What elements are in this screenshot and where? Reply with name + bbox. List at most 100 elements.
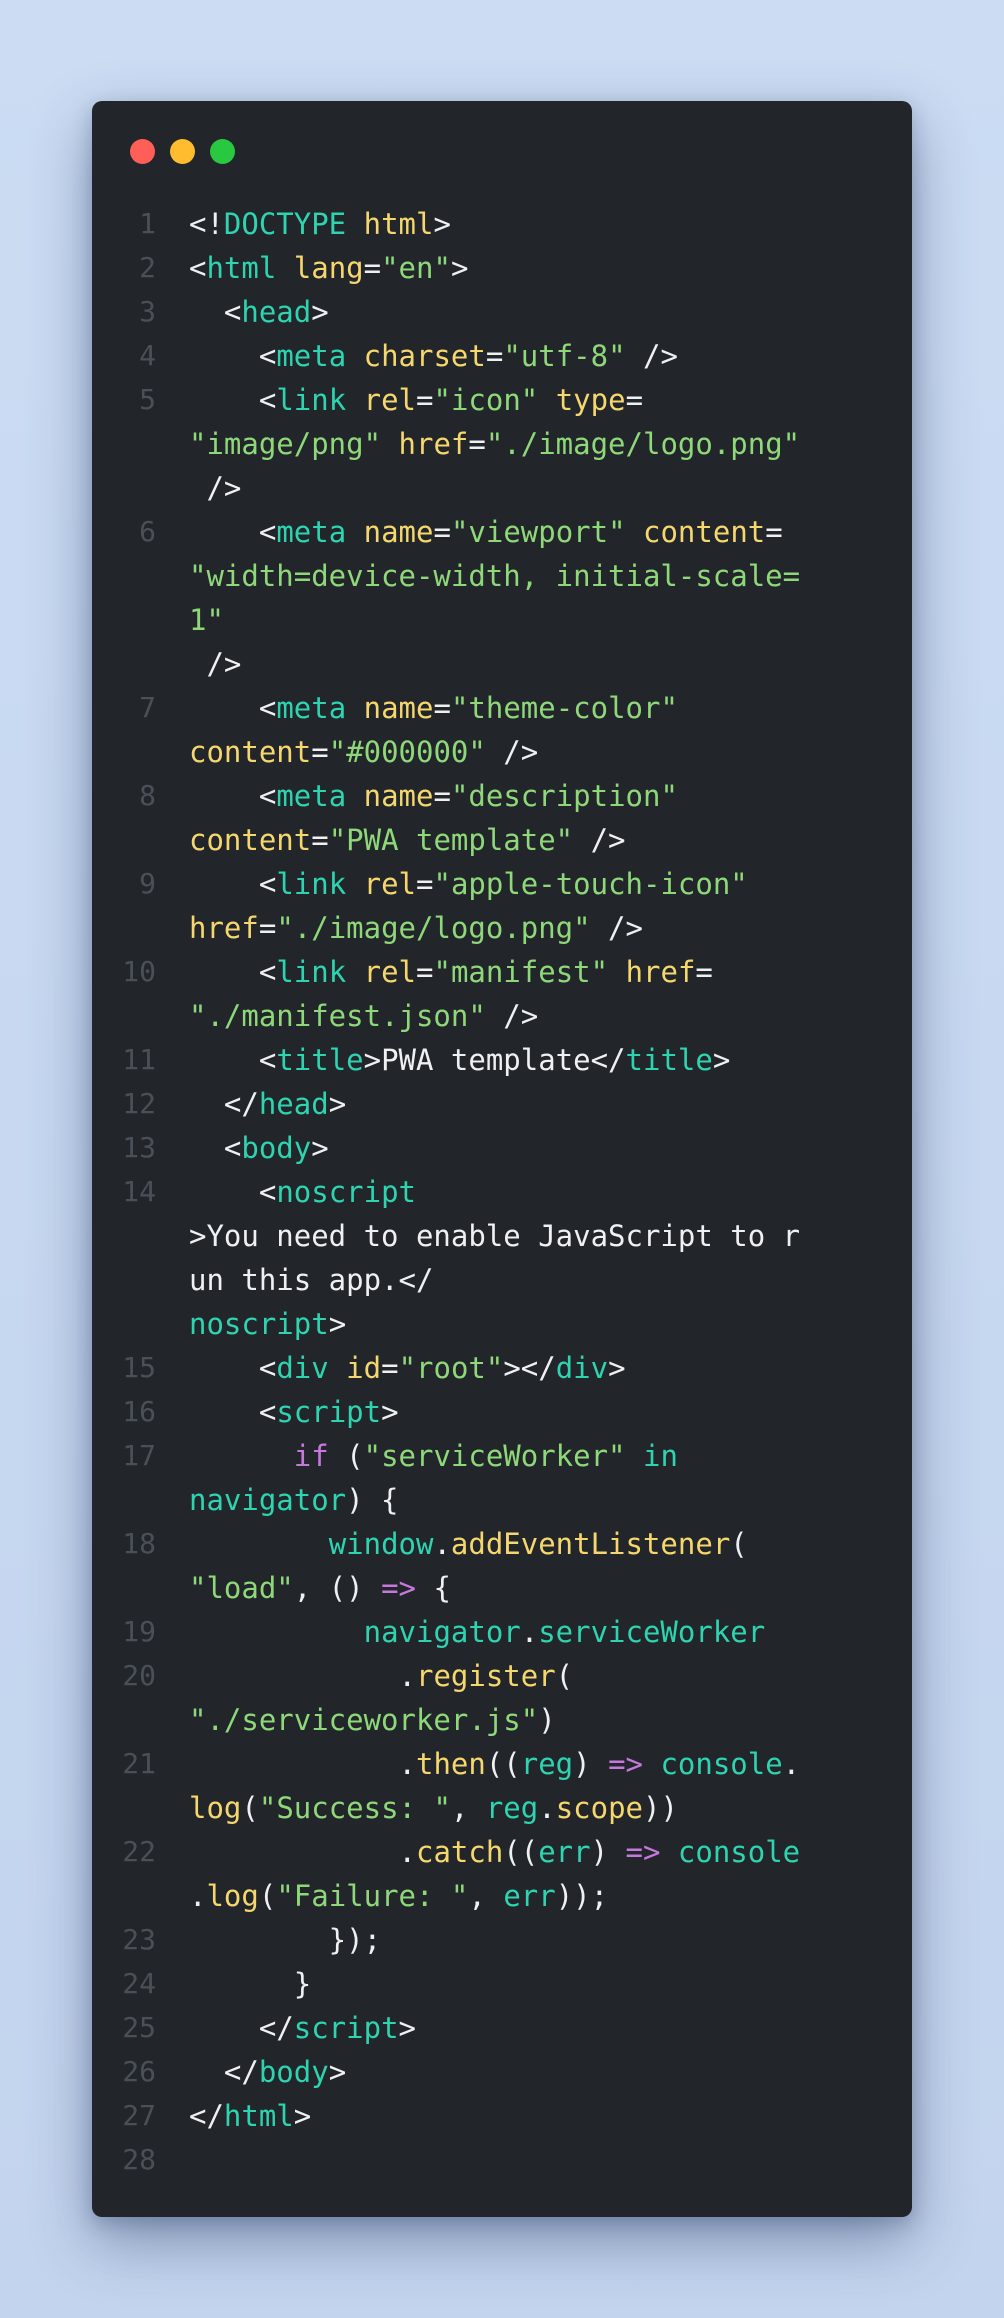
code-token: < [189,1043,277,1077]
code-token: < [189,1131,242,1165]
code-token: (( [503,1835,539,1869]
code-text: <link rel="apple-touch-icon" href="./ima… [189,862,889,950]
code-token: reg [485,1791,539,1825]
code-token: = [416,867,434,901]
code-token: window [328,1527,434,1561]
code-token: ( [555,1659,574,1693]
code-window: 1 <!DOCTYPE html> 2 <html lang="en"> 3 <head… [92,101,912,2217]
close-dot-icon[interactable] [130,139,155,164]
code-token: "load" [189,1571,294,1605]
code-token: )) [643,1791,678,1825]
code-text: </html> [189,2094,889,2138]
code-line: 22 .catch((err) => console .log("Failure… [92,1830,912,1918]
maximize-dot-icon[interactable] [210,139,235,164]
code-token: head [258,1087,329,1121]
code-token: "viewport" [450,515,626,549]
code-token: navigator [189,1483,347,1517]
code-text: .then((reg) => console. log("Success: ",… [189,1742,889,1830]
line-number: 14 [122,1175,156,1208]
code-token: /> [485,999,539,1033]
code-token: type [555,383,626,417]
code-token: = [311,823,329,857]
line-number: 5 [139,383,156,416]
code-token: = [485,339,504,373]
code-token: serviceWorker [538,1615,766,1649]
line-number: 6 [139,515,156,548]
code-token: < [189,1351,277,1385]
code-token: rel [363,867,417,901]
line-number: 4 [139,339,156,372]
code-token: name [363,515,434,549]
code-line: 16 <script> [92,1390,912,1434]
code-text: .register( "./serviceworker.js") [189,1654,889,1742]
code-token: noscript [189,1307,329,1341]
code-line: 19 navigator.serviceWorker [92,1610,912,1654]
code-line: 24 } [92,1962,912,2006]
code-token: }); [189,1923,382,1957]
code-line: 5 <link rel="icon" type= "image/png" hre… [92,378,912,510]
code-line: 14 <noscript >You need to enable JavaScr… [92,1170,912,1346]
code-text: <meta name="theme-color" content="#00000… [189,686,889,774]
code-token: < [189,955,277,989]
code-token: content [643,515,766,549]
code-text: <head> [189,290,889,334]
code-token: </ [189,2011,294,2045]
code-token: err [503,1879,556,1913]
code-line: 4 <meta charset="utf-8" /> [92,334,912,378]
code-token: , [450,1791,486,1825]
code-line: 23 }); [92,1918,912,1962]
code-token: "icon" [433,383,539,417]
code-token: ( [258,1879,277,1913]
code-token: link [276,867,347,901]
code-token: register [415,1659,556,1693]
code-token: "en" [381,251,451,285]
code-token: "root" [398,1351,504,1385]
code-token: > [311,295,329,329]
code-token: "utf-8" [503,339,626,373]
line-number: 12 [122,1087,156,1120]
line-number: 24 [122,1967,156,2000]
line-number: 17 [122,1439,156,1472]
code-token: href [189,911,259,945]
code-line: 18 window.addEventListener( "load", () =… [92,1522,912,1610]
code-line: 2 <html lang="en"> [92,246,912,290]
minimize-dot-icon[interactable] [170,139,195,164]
code-text: </head> [189,1082,889,1126]
line-number: 1 [139,207,156,240]
code-token: ) [538,1703,556,1737]
code-line: 12 </head> [92,1082,912,1126]
code-token: ) [573,1747,609,1781]
code-text: <div id="root"></div> [189,1346,889,1390]
code-text: <link rel="icon" type= "image/png" href=… [189,378,889,510]
code-token: = [433,515,451,549]
code-token: < [189,295,242,329]
code-token: . [189,1747,416,1781]
code-token: => [381,1571,416,1605]
code-text: window.addEventListener( "load", () => { [189,1522,889,1610]
code-token: noscript [276,1175,416,1209]
code-token: < [189,383,277,417]
code-token: { [416,1571,451,1605]
code-token: = [468,427,486,461]
code-token: meta [276,515,347,549]
code-token: < [189,867,277,901]
code-token: } [189,1967,312,2001]
code-token: > [293,2099,312,2133]
code-token: link [276,955,347,989]
code-token: meta [276,691,347,725]
code-token: console [660,1747,783,1781]
code-token: </ [189,2099,224,2133]
code-line: 13 <body> [92,1126,912,1170]
code-token: < [189,1175,277,1209]
code-line: 20 .register( "./serviceworker.js") [92,1654,912,1742]
code-token: DOCTYPE [223,207,347,241]
code-token: => [625,1835,661,1869]
line-number: 18 [122,1527,156,1560]
